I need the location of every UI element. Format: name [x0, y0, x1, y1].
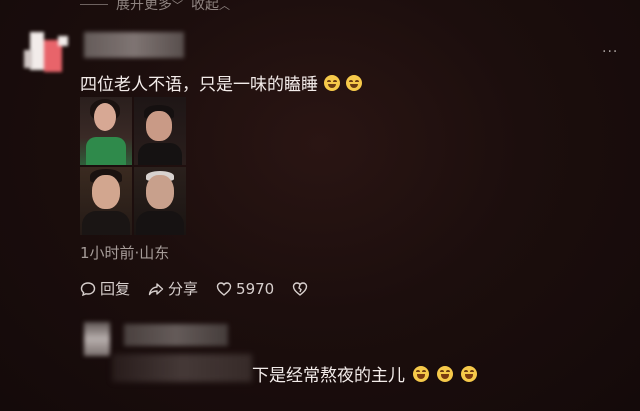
- broken-heart-icon: [293, 281, 308, 296]
- image-woman-green-dress[interactable]: [80, 97, 132, 165]
- smiling-emoji-icon: [324, 74, 340, 91]
- like-count: 5970: [236, 279, 275, 298]
- smiling-emoji-icon: [346, 74, 362, 91]
- collapsed-replies-bar: 展开更多﹀ 收起︿: [80, 0, 230, 14]
- laughing-emoji-icon: [461, 365, 477, 382]
- image-older-man[interactable]: [134, 167, 186, 235]
- expand-more-link[interactable]: 展开更多﹀: [116, 0, 183, 14]
- reply-username-redacted[interactable]: [124, 324, 228, 346]
- like-button[interactable]: 5970: [216, 280, 274, 298]
- expand-more-label: 展开更多: [116, 0, 172, 13]
- reply-body: 下是经常熬夜的主儿: [252, 361, 477, 386]
- reply-avatar[interactable]: [84, 322, 110, 356]
- image-man-dark-hair[interactable]: [134, 97, 186, 165]
- username-redacted[interactable]: [84, 32, 184, 58]
- laughing-emoji-icon: [437, 365, 453, 382]
- chevron-down-icon: ﹀: [172, 0, 183, 12]
- avatar[interactable]: [24, 30, 70, 76]
- laughing-emoji-icon: [413, 365, 429, 382]
- share-button[interactable]: 分享: [148, 278, 198, 299]
- divider-line: [80, 3, 108, 5]
- reply-label: 回复: [100, 280, 131, 298]
- comment-image-grid[interactable]: [80, 97, 186, 235]
- comment-body: 四位老人不语，只是一味的瞌睡: [80, 70, 362, 95]
- share-label: 分享: [168, 280, 199, 298]
- share-icon: [148, 282, 164, 295]
- reply-text: 下是经常熬夜的主儿: [252, 366, 405, 386]
- reply-icon: [80, 281, 96, 296]
- reply-text-redacted: [112, 354, 252, 382]
- collapse-link[interactable]: 收起︿: [191, 0, 230, 14]
- comment-actions: 回复 分享 5970: [80, 278, 326, 299]
- dislike-button[interactable]: [292, 281, 308, 297]
- comment-meta: 1小时前·山东: [80, 244, 170, 262]
- reply-button[interactable]: 回复: [80, 278, 130, 299]
- collapse-label: 收起: [191, 0, 219, 13]
- chevron-up-icon: ︿: [219, 0, 230, 12]
- image-man-in-suit[interactable]: [80, 167, 132, 235]
- heart-icon: [216, 281, 232, 296]
- comment-text: 四位老人不语，只是一味的瞌睡: [80, 75, 318, 95]
- more-options-icon[interactable]: ···: [602, 44, 618, 60]
